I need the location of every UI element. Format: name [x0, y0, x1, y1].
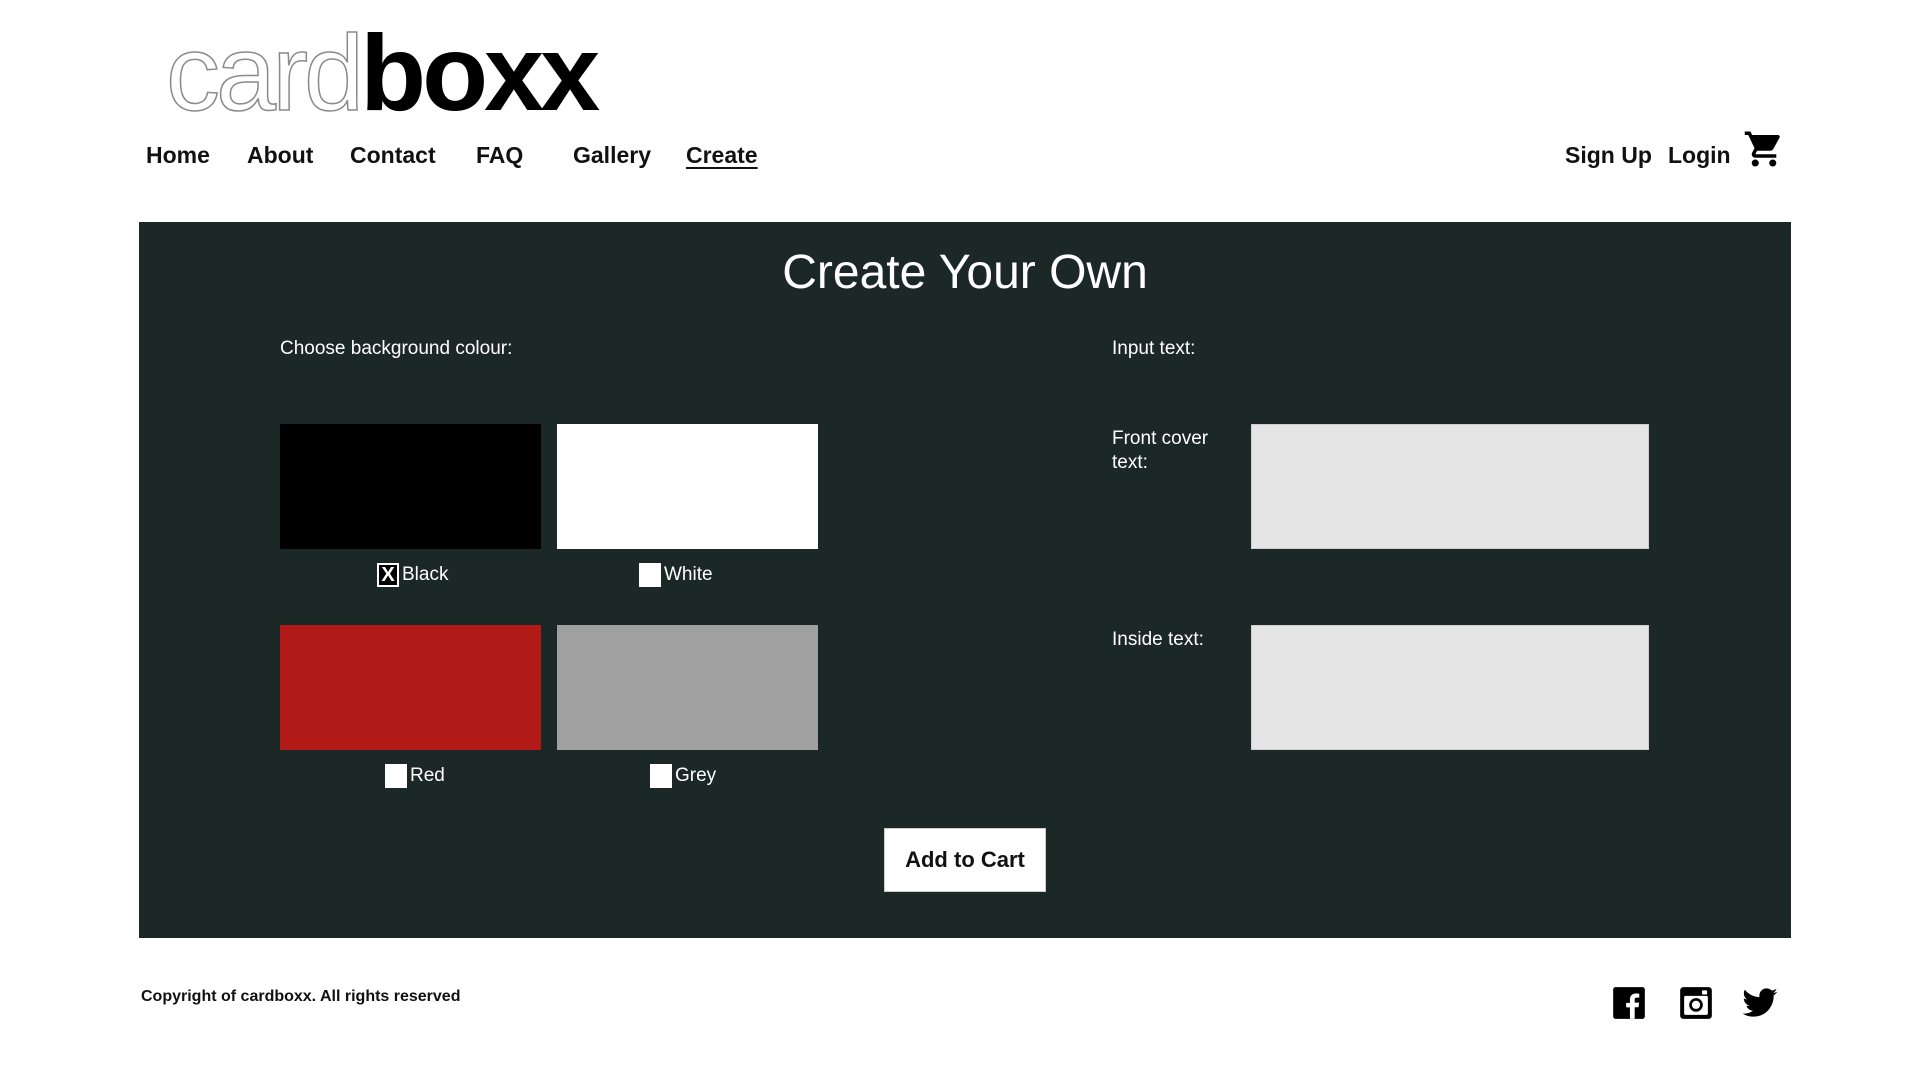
- swatch-white[interactable]: [557, 424, 818, 549]
- option-white[interactable]: White: [639, 563, 713, 587]
- nav-gallery[interactable]: Gallery: [573, 140, 651, 170]
- checkbox-black[interactable]: X: [377, 563, 399, 587]
- inside-text-input[interactable]: [1251, 625, 1649, 750]
- nav-faq[interactable]: FAQ: [476, 140, 523, 170]
- shopping-cart-icon[interactable]: [1743, 128, 1785, 170]
- logo[interactable]: cardboxx: [165, 17, 600, 129]
- checkbox-grey[interactable]: [650, 764, 672, 788]
- option-grey-label: Grey: [675, 765, 717, 786]
- nav-create[interactable]: Create: [686, 140, 758, 170]
- nav-about[interactable]: About: [247, 140, 313, 170]
- swatch-grey[interactable]: [557, 625, 818, 750]
- input-text-label: Input text:: [1112, 338, 1196, 359]
- main-nav: Home About Contact FAQ Gallery Create Si…: [0, 140, 1920, 170]
- inside-text-label: Inside text:: [1112, 629, 1204, 650]
- twitter-icon[interactable]: [1741, 984, 1779, 1022]
- front-cover-text-input[interactable]: [1251, 424, 1649, 549]
- add-to-cart-button[interactable]: Add to Cart: [884, 828, 1046, 892]
- checkbox-red[interactable]: [385, 764, 407, 788]
- page: cardboxx Home About Contact FAQ Gallery …: [0, 0, 1920, 1080]
- option-black-label: Black: [402, 564, 449, 585]
- option-red-label: Red: [410, 765, 445, 786]
- front-cover-label: Front cover text:: [1112, 428, 1209, 473]
- swatch-red[interactable]: [280, 625, 541, 750]
- logo-bold-text: boxx: [360, 12, 600, 133]
- background-colour-label: Choose background colour:: [280, 338, 513, 359]
- option-black[interactable]: X Black: [377, 563, 448, 587]
- sign-up-link[interactable]: Sign Up: [1565, 140, 1652, 170]
- instagram-icon[interactable]: [1677, 984, 1715, 1022]
- page-title: Create Your Own: [782, 246, 1148, 299]
- login-link[interactable]: Login: [1668, 140, 1731, 170]
- swatch-black[interactable]: [280, 424, 541, 549]
- nav-contact[interactable]: Contact: [350, 140, 436, 170]
- logo-light-text: card: [165, 12, 365, 133]
- nav-home[interactable]: Home: [146, 140, 210, 170]
- copyright-text: Copyright of cardboxx. All rights reserv…: [141, 988, 461, 1005]
- option-white-label: White: [664, 564, 713, 585]
- checkbox-white[interactable]: [639, 563, 661, 587]
- option-grey[interactable]: Grey: [650, 764, 716, 788]
- create-panel: Create Your Own Choose background colour…: [139, 222, 1791, 938]
- option-red[interactable]: Red: [385, 764, 445, 788]
- facebook-icon[interactable]: [1610, 984, 1648, 1022]
